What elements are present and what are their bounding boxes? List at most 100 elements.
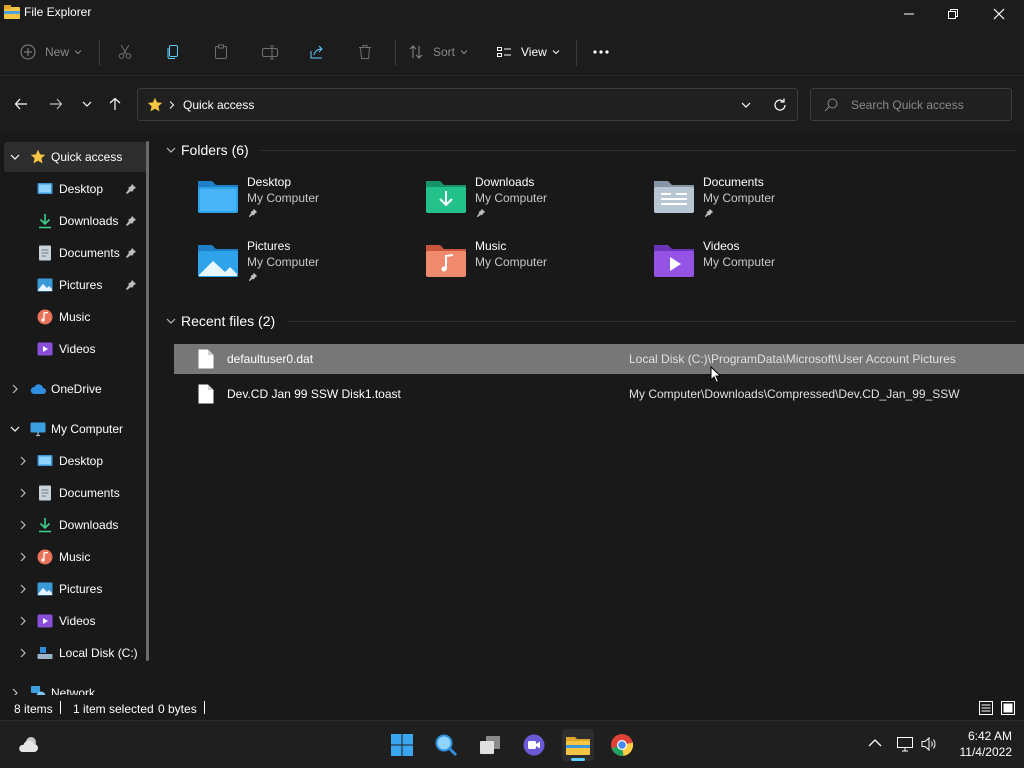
- file-explorer-app-icon: [4, 5, 20, 19]
- nav-quick-desktop[interactable]: Desktop: [0, 174, 146, 204]
- forward-button[interactable]: [45, 93, 67, 115]
- nav-scrollbar[interactable]: [146, 141, 149, 661]
- details-view-button[interactable]: [978, 700, 994, 716]
- chevron-right-icon: [20, 520, 26, 530]
- chevron-down-icon[interactable]: [741, 100, 751, 110]
- trash-icon: [359, 45, 371, 59]
- rename-button[interactable]: [261, 38, 279, 66]
- folder-tile-pictures[interactable]: Pictures My Computer: [196, 239, 416, 295]
- recent-section-header[interactable]: Recent files (2): [166, 310, 275, 332]
- restore-button[interactable]: [930, 0, 976, 28]
- folder-tile-videos[interactable]: Videos My Computer: [652, 239, 872, 295]
- chrome-button[interactable]: [606, 729, 638, 761]
- chevron-down-icon: [552, 50, 560, 55]
- folder-name: Downloads: [475, 175, 535, 189]
- documents-folder-icon: [654, 181, 694, 213]
- start-button[interactable]: [386, 729, 418, 761]
- share-button[interactable]: [309, 38, 325, 66]
- clock-button[interactable]: 6:42 AM 11/4/2022: [936, 727, 1016, 763]
- copy-button[interactable]: [165, 38, 181, 66]
- recent-locations-button[interactable]: [76, 93, 98, 115]
- nav-quick-access[interactable]: Quick access: [4, 142, 148, 172]
- nav-computer-pictures[interactable]: Pictures: [0, 574, 146, 604]
- nav-label: Network: [51, 686, 96, 695]
- nav-network[interactable]: Network: [0, 678, 146, 695]
- separator: [395, 40, 396, 66]
- desktop-folder-icon: [198, 181, 238, 213]
- new-button[interactable]: New: [20, 38, 82, 66]
- tiles-view-icon: [1001, 701, 1015, 715]
- view-button[interactable]: View: [496, 38, 560, 66]
- network-icon: [31, 686, 46, 695]
- minimize-button[interactable]: [886, 0, 932, 28]
- tiles-view-button[interactable]: [1000, 700, 1016, 716]
- pin-icon: [704, 208, 714, 218]
- nav-quick-pictures[interactable]: Pictures: [0, 270, 146, 300]
- nav-quick-videos[interactable]: Videos: [0, 334, 146, 364]
- nav-computer-music[interactable]: Music: [0, 542, 146, 572]
- videos-icon: [37, 614, 53, 628]
- sort-button[interactable]: Sort: [408, 38, 468, 66]
- breadcrumb-current[interactable]: Quick access: [183, 98, 254, 112]
- refresh-icon[interactable]: [773, 98, 787, 112]
- drive-icon: [37, 647, 53, 659]
- folder-tile-documents[interactable]: Documents My Computer: [652, 175, 872, 231]
- folder-tile-downloads[interactable]: Downloads My Computer: [424, 175, 644, 231]
- back-button[interactable]: [10, 93, 32, 115]
- more-options-button[interactable]: [592, 38, 610, 66]
- nav-my-computer[interactable]: My Computer: [0, 414, 146, 444]
- recent-file-row[interactable]: defaultuser0.dat Local Disk (C:)\Program…: [174, 344, 1024, 374]
- nav-computer-desktop[interactable]: Desktop: [0, 446, 146, 476]
- folders-section-header[interactable]: Folders (6): [166, 139, 249, 161]
- recent-header-label: Recent files (2): [181, 313, 276, 329]
- nav-quick-music[interactable]: Music: [0, 302, 146, 332]
- copy-icon: [167, 45, 178, 59]
- show-hidden-icons-button[interactable]: [868, 737, 886, 753]
- folder-location: My Computer: [247, 191, 320, 205]
- recent-file-name: defaultuser0.dat: [227, 352, 314, 366]
- nav-quick-downloads[interactable]: Downloads: [0, 206, 146, 236]
- nav-computer-downloads[interactable]: Downloads: [0, 510, 146, 540]
- recent-file-name: Dev.CD Jan 99 SSW Disk1.toast: [227, 387, 401, 401]
- new-label: New: [45, 45, 70, 59]
- clock-time: 6:42 AM: [967, 729, 1012, 743]
- nav-computer-videos[interactable]: Videos: [0, 606, 146, 636]
- folder-tile-music[interactable]: Music My Computer: [424, 239, 644, 295]
- nav-computer-documents[interactable]: Documents: [0, 478, 146, 508]
- delete-button[interactable]: [357, 38, 373, 66]
- nav-onedrive[interactable]: OneDrive: [0, 374, 146, 404]
- search-box[interactable]: Search Quick access: [810, 88, 1012, 121]
- chevron-right-icon: [20, 584, 26, 594]
- close-button[interactable]: [976, 0, 1022, 28]
- command-bar: New Sort View: [0, 28, 1024, 76]
- folder-name: Documents: [703, 175, 764, 189]
- chevron-up-icon: [868, 739, 882, 747]
- folder-location: My Computer: [475, 191, 548, 205]
- windows-logo-icon: [391, 734, 413, 756]
- pin-icon: [248, 272, 258, 282]
- address-bar[interactable]: Quick access: [137, 88, 798, 121]
- cut-button[interactable]: [117, 38, 133, 66]
- nav-label: Downloads: [59, 518, 119, 532]
- up-button[interactable]: [104, 93, 126, 115]
- paste-icon: [215, 44, 227, 59]
- search-taskbar-button[interactable]: [430, 729, 462, 761]
- paste-button[interactable]: [213, 38, 229, 66]
- folder-location: My Computer: [475, 255, 548, 269]
- file-explorer-taskbar-button[interactable]: [562, 729, 594, 761]
- teams-chat-button[interactable]: [518, 729, 550, 761]
- nav-label: Pictures: [59, 278, 103, 292]
- task-view-button[interactable]: [474, 729, 506, 761]
- network-tray-button[interactable]: [896, 735, 916, 755]
- widgets-button[interactable]: [13, 729, 45, 761]
- pin-icon: [476, 208, 486, 218]
- nav-label: Pictures: [59, 582, 103, 596]
- nav-local-disk[interactable]: Local Disk (C:): [0, 638, 146, 668]
- clock-date: 11/4/2022: [959, 745, 1013, 759]
- nav-quick-documents[interactable]: Documents: [0, 238, 146, 268]
- address-row: Quick access Search Quick access: [0, 77, 1024, 131]
- recent-file-row[interactable]: Dev.CD Jan 99 SSW Disk1.toast My Compute…: [174, 379, 1024, 409]
- folder-tile-desktop[interactable]: Desktop My Computer: [196, 175, 416, 231]
- navigation-pane: Quick access Desktop Downloads Documents…: [0, 131, 158, 695]
- search-icon: [435, 734, 458, 757]
